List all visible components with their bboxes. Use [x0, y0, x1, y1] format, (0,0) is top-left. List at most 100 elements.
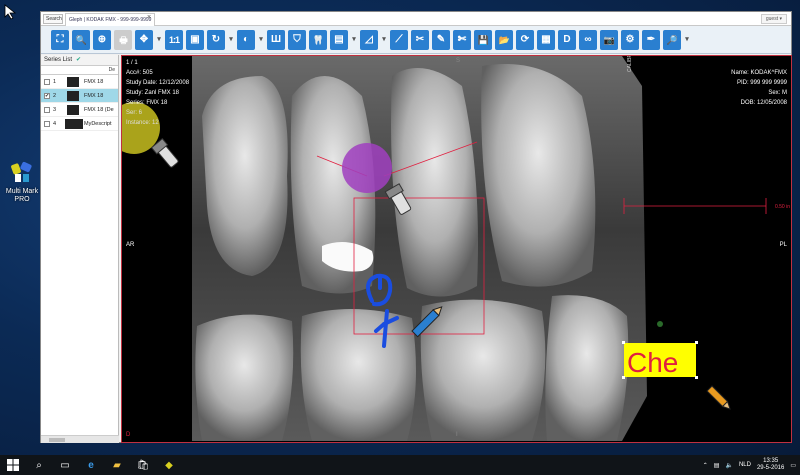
vertical-label: CALIBRATED FMX: [625, 56, 635, 72]
series-checkbox[interactable]: ✔: [44, 93, 50, 99]
orientation-left: AR: [126, 242, 135, 248]
series-row[interactable]: 4 MyDescript: [41, 117, 118, 131]
series-description: FMX 18: [84, 79, 104, 85]
handle[interactable]: [695, 376, 698, 379]
desktop-app-multimark[interactable]: Multi Mark PRO: [2, 160, 42, 204]
taskbar: ⌕ ▭ e ▰ 🛍 ◆ ⌃ ▤ 🔈 NLD 13:35 29-5-2016 ▭: [0, 455, 800, 475]
dicom-icon[interactable]: D: [558, 29, 576, 50]
save-icon[interactable]: 💾: [474, 29, 492, 50]
eyedropper-icon[interactable]: ✒: [642, 29, 660, 50]
tab-close-icon[interactable]: ×: [147, 14, 151, 21]
series-checkbox[interactable]: [44, 79, 50, 85]
series-number: 3: [53, 107, 57, 113]
patient-sex: Sex: M: [768, 90, 787, 96]
scissors-icon[interactable]: ✄: [453, 29, 471, 50]
actual-size-icon[interactable]: ▣: [186, 29, 204, 50]
series-thumbnail[interactable]: [67, 77, 79, 87]
magnifier-icon[interactable]: 🔎: [663, 29, 681, 50]
pan-icon[interactable]: ✥: [135, 29, 153, 50]
camera-icon[interactable]: 📷: [600, 29, 618, 50]
clock[interactable]: 13:35 29-5-2016: [757, 458, 784, 472]
one-to-one-icon[interactable]: 1:1: [165, 29, 183, 50]
notifications-icon[interactable]: ▭: [790, 462, 796, 469]
settings-icon[interactable]: ⚙: [621, 29, 639, 50]
language-indicator[interactable]: NLD: [739, 462, 751, 468]
series-row[interactable]: 3 FMX 18 (De: [41, 103, 118, 117]
open-folder-icon[interactable]: 📂: [495, 29, 513, 50]
volume-icon[interactable]: 🔈: [725, 462, 732, 469]
pen-tool-icon[interactable]: ✎: [432, 29, 450, 50]
task-view-icon[interactable]: ▭: [52, 455, 78, 475]
tooth-lower-1: [195, 314, 294, 441]
windows-icon: [7, 459, 19, 471]
multimark-taskbar-icon[interactable]: ◆: [156, 455, 182, 475]
series-checkbox[interactable]: [44, 121, 50, 127]
tooth-lower-4: [545, 295, 629, 441]
measurement-label: 0.50 in: [774, 204, 790, 210]
dropdown-arrow-icon[interactable]: ▾: [684, 30, 690, 50]
clock-date: 29-5-2016: [756, 465, 785, 471]
notes-icon[interactable]: ▤: [330, 29, 348, 50]
series-thumbnail[interactable]: [65, 119, 83, 129]
rotate-icon[interactable]: ↻: [207, 29, 225, 50]
dropdown-arrow-icon[interactable]: ▾: [351, 30, 357, 50]
series-list-header: Series List ✔: [41, 55, 118, 66]
check-icon[interactable]: ✔: [76, 57, 81, 63]
dropdown-arrow-icon[interactable]: ▾: [381, 30, 387, 50]
cut-icon[interactable]: ✂: [411, 29, 429, 50]
zoom-in-icon[interactable]: ⊕: [93, 29, 111, 50]
chevron-up-icon[interactable]: ⌃: [703, 462, 708, 469]
fit-icon[interactable]: ⛶: [51, 29, 69, 50]
refresh-icon[interactable]: ⟳: [516, 29, 534, 50]
dropdown-arrow-icon[interactable]: ▾: [228, 30, 234, 50]
clock-time: 13:35: [763, 458, 779, 464]
series-thumbnail[interactable]: [67, 105, 79, 115]
teeth-icon[interactable]: 🦷: [309, 29, 327, 50]
handle[interactable]: [622, 376, 625, 379]
series-description: FMX 18: [84, 93, 104, 99]
tooth-chart-icon[interactable]: Ш: [267, 29, 285, 50]
handle[interactable]: [622, 341, 625, 344]
tooth-icon[interactable]: ⛉: [288, 29, 306, 50]
series-row[interactable]: 1 FMX 18: [41, 75, 118, 89]
xray-canvas[interactable]: Che: [122, 56, 792, 443]
scrollbar-thumb[interactable]: [49, 438, 65, 442]
document-icon[interactable]: ▦: [537, 29, 555, 50]
print-icon[interactable]: 🖶: [114, 29, 132, 50]
series-thumbnail[interactable]: [67, 91, 79, 101]
accession-number: Acc#: 505: [126, 70, 153, 76]
pencil-icon-2: [706, 385, 731, 410]
series-scrollbar[interactable]: [41, 435, 119, 443]
link-icon[interactable]: ∞: [579, 29, 597, 50]
search-icon[interactable]: ⌕: [26, 455, 52, 475]
contrast-icon[interactable]: ◐: [237, 29, 255, 50]
series-row[interactable]: ✔ 2 FMX 18: [41, 89, 118, 103]
start-button[interactable]: [0, 455, 26, 475]
network-icon[interactable]: ▤: [714, 462, 720, 469]
edge-icon[interactable]: e: [78, 455, 104, 475]
angle-icon[interactable]: ◿: [360, 29, 378, 50]
text-annotation[interactable]: Che: [627, 347, 678, 378]
dropdown-arrow-icon[interactable]: ▾: [156, 30, 162, 50]
frame-counter: 1 / 1: [126, 60, 138, 66]
orientation-right: PL: [779, 242, 787, 248]
user-menu[interactable]: guest ▾: [760, 14, 787, 24]
study-date: Study Date: 12/12/2008: [126, 80, 190, 86]
series-checkbox[interactable]: [44, 107, 50, 113]
search-box[interactable]: Search: [43, 14, 63, 24]
title-bar: Search Gleph | KODAK FMX - 999-999-9999 …: [41, 12, 791, 26]
file-explorer-icon[interactable]: ▰: [104, 455, 130, 475]
study-name: Study: Zanl FMX 18: [126, 90, 180, 96]
column-description[interactable]: De: [109, 66, 115, 75]
series-number: 4: [53, 121, 57, 127]
document-tab[interactable]: Gleph | KODAK FMX - 999-999-9999: [65, 13, 155, 26]
purple-marker[interactable]: [342, 143, 392, 193]
ruler-icon[interactable]: ⟋: [390, 29, 408, 50]
rotate-handle[interactable]: [657, 321, 663, 327]
zoom-icon[interactable]: 🔍: [72, 29, 90, 50]
image-viewer[interactable]: Che 1 / 1 Acc#: 505 Study Date: 12/12/20…: [121, 55, 792, 443]
series-list-title: Series List: [44, 57, 73, 63]
handle[interactable]: [695, 341, 698, 344]
store-icon[interactable]: 🛍: [130, 455, 156, 475]
dropdown-arrow-icon[interactable]: ▾: [258, 30, 264, 50]
